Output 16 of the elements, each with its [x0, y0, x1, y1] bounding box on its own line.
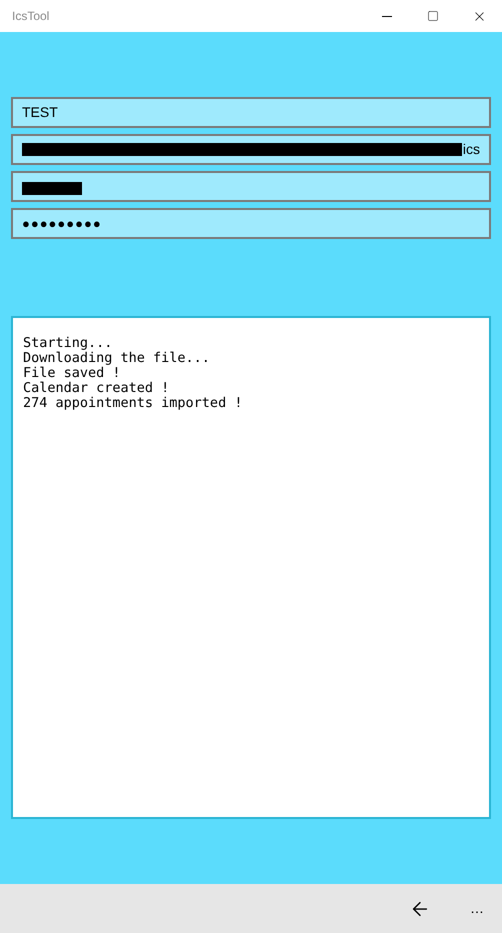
log-line: 274 appointments imported !	[23, 396, 244, 411]
redaction-block	[22, 182, 82, 195]
input-field[interactable]	[11, 171, 491, 202]
password-dots: ●●●●●●●●●	[22, 214, 102, 233]
log-line: Downloading the file...	[23, 351, 211, 366]
maximize-icon	[427, 10, 439, 22]
field-value: ics	[462, 140, 480, 159]
more-button[interactable]: …	[462, 888, 492, 928]
input-field[interactable]: ●●●●●●●●●	[11, 208, 491, 239]
log-line: Calendar created !	[23, 381, 170, 396]
log-line: Starting...	[23, 336, 114, 351]
window-title: IcsTool	[12, 8, 50, 25]
input-field[interactable]: TEST	[11, 97, 491, 128]
field-value: TEST	[22, 103, 58, 122]
input-field[interactable]: ics	[11, 134, 491, 165]
log-line: File saved !	[23, 366, 122, 381]
